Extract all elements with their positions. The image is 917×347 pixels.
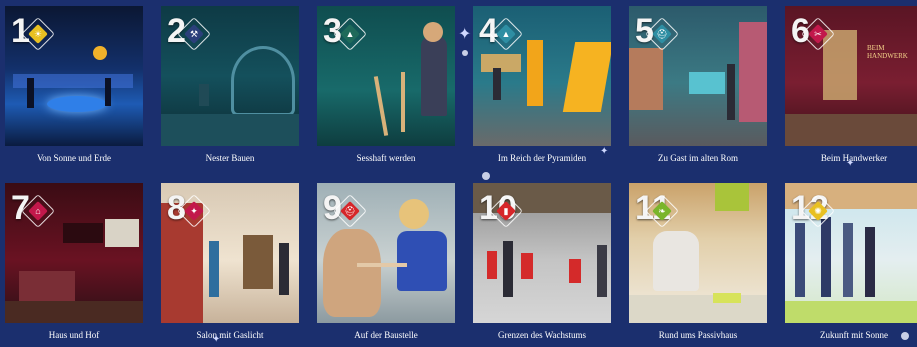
tile-im-reich-der-pyramiden[interactable]: 4 ▲ Im Reich der Pyramiden bbox=[473, 6, 611, 170]
tile-sesshaft-werden[interactable]: 3 ▲ Sesshaft werden bbox=[317, 6, 455, 170]
bone-icon: ⚒ bbox=[177, 17, 211, 51]
sparkle-icon: ✦ bbox=[846, 158, 855, 169]
leaf-icon: ❧ bbox=[645, 194, 679, 228]
sun-icon: ✺ bbox=[801, 194, 835, 228]
tool-icon: ✂ bbox=[801, 17, 835, 51]
dot-icon bbox=[901, 332, 909, 340]
sun-icon: ☀ bbox=[21, 17, 55, 51]
tile-label: Zukunft mit Sonne bbox=[820, 330, 888, 340]
sparkle-icon: ✦ bbox=[458, 26, 472, 43]
tile-label: Nester Bauen bbox=[205, 153, 255, 163]
house-icon: ⌂ bbox=[21, 194, 55, 228]
tent-icon: ▲ bbox=[333, 17, 367, 51]
tile-von-sonne-und-erde[interactable]: 1 ☀ Von Sonne und Erde bbox=[5, 6, 143, 170]
tile-rund-ums-passivhaus[interactable]: 11 ❧ Rund ums Passivhaus bbox=[629, 183, 767, 347]
tile-grenzen-des-wachstums[interactable]: 10 ▮ Grenzen des Wachstums bbox=[473, 183, 611, 347]
tile-label: Grenzen des Wachstums bbox=[497, 330, 587, 340]
pyramid-icon: ▲ bbox=[489, 17, 523, 51]
exhibit-grid: 1 ☀ Von Sonne und Erde 2 ⚒ Nester Bauen … bbox=[0, 0, 917, 347]
tile-nester-bauen[interactable]: 2 ⚒ Nester Bauen bbox=[161, 6, 299, 170]
hardhat-icon: ⛑ bbox=[333, 194, 367, 228]
tile-label: Rund ums Passivhaus bbox=[658, 330, 738, 340]
tile-label: Von Sonne und Erde bbox=[36, 153, 112, 163]
sparkle-icon: ✦ bbox=[600, 146, 609, 157]
tile-label: Salon mit Gaslicht bbox=[196, 330, 264, 340]
dot-icon bbox=[482, 172, 490, 180]
bar-growth-icon: ▮ bbox=[489, 194, 523, 228]
tile-label: Im Reich der Pyramiden bbox=[497, 153, 587, 163]
tile-haus-und-hof[interactable]: 7 ⌂ Haus und Hof bbox=[5, 183, 143, 347]
tile-label: Zu Gast im alten Rom bbox=[658, 153, 738, 163]
dot-icon bbox=[462, 50, 468, 56]
tile-label: Haus und Hof bbox=[48, 330, 100, 340]
tile-label: Sesshaft werden bbox=[356, 153, 416, 163]
tile-zukunft-mit-sonne[interactable]: 12 ✺ Zukunft mit Sonne bbox=[785, 183, 917, 347]
tile-auf-der-baustelle[interactable]: 9 ⛑ Auf der Baustelle bbox=[317, 183, 455, 347]
helmet-icon: ⛑ bbox=[645, 17, 679, 51]
lamp-icon: ✦ bbox=[177, 194, 211, 228]
tile-salon-mit-gaslicht[interactable]: 8 ✦ Salon mit Gaslicht bbox=[161, 183, 299, 347]
tile-zu-gast-im-alten-rom[interactable]: 5 ⛑ Zu Gast im alten Rom bbox=[629, 6, 767, 170]
tile-beim-handwerker[interactable]: BEIM HANDWERK 6 ✂ Beim Handwerker bbox=[785, 6, 917, 170]
sparkle-icon: ✦ bbox=[212, 334, 221, 345]
tile-label: Auf der Baustelle bbox=[354, 330, 418, 340]
